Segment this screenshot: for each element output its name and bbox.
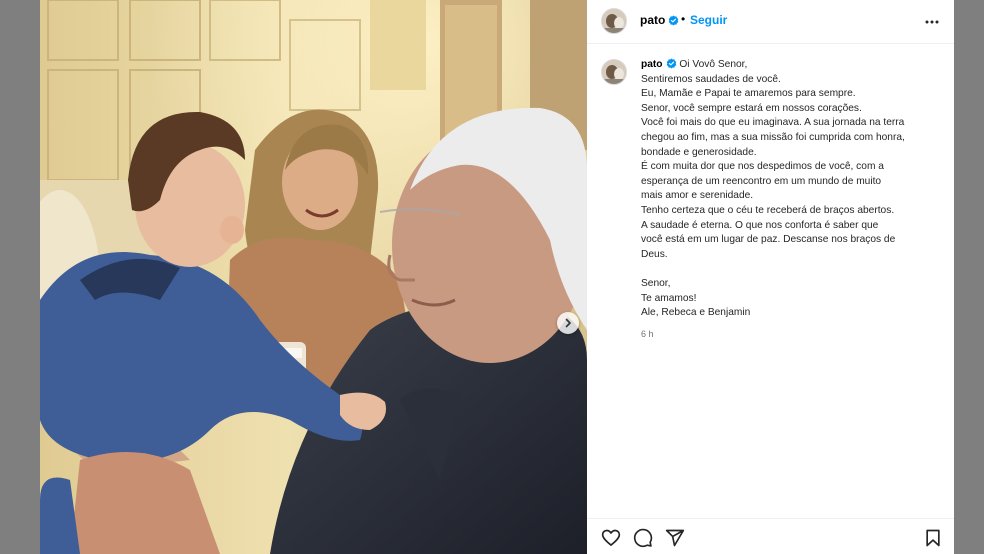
caption-line: bondade e generosidade.	[641, 146, 757, 158]
caption-line: esperança de um reencontro em um mundo d…	[641, 175, 882, 187]
chevron-right-icon	[565, 318, 571, 328]
post-caption: pato Oi Vovô Senor, Sentiremos saudades …	[641, 58, 941, 341]
caption-line: chegou ao fim, mas a sua missão foi cump…	[641, 131, 905, 143]
caption-line: Senor, você sempre estará em nossos cora…	[641, 102, 862, 114]
caption-closing-line: Te amamos!	[641, 292, 697, 304]
follow-button[interactable]: Seguir	[690, 13, 727, 27]
next-media-button[interactable]	[557, 312, 579, 334]
caption-line: Sentiremos saudades de você.	[641, 73, 781, 85]
header-username[interactable]: pato	[640, 13, 679, 27]
post-timestamp[interactable]: 6 h	[641, 327, 941, 342]
verified-badge-icon	[666, 58, 676, 69]
post-header: pato • Seguir	[587, 0, 954, 44]
caption-line: Você foi mais do que eu imaginava. A sua…	[641, 117, 905, 129]
caption-avatar[interactable]	[601, 59, 627, 85]
photo-illustration	[40, 0, 587, 554]
separator-dot: •	[681, 12, 686, 26]
caption-line: você está em um lugar de paz. Descanse n…	[641, 234, 896, 246]
caption-line: Deus.	[641, 248, 668, 260]
post-photo[interactable]	[40, 0, 587, 554]
caption-closing-line: Ale, Rebeca e Benjamin	[641, 307, 751, 319]
caption-line: A saudade é eterna. O que nos conforta é…	[641, 219, 879, 231]
caption-line: mais amor e serenidade.	[641, 190, 754, 202]
action-bar	[587, 518, 954, 554]
caption-username[interactable]: pato	[641, 59, 663, 70]
caption-line: É com muita dor que nos despedimos de vo…	[641, 161, 884, 173]
comment-icon[interactable]	[633, 528, 653, 548]
verified-badge-icon	[669, 15, 679, 26]
more-horizontal-icon[interactable]	[924, 14, 940, 30]
share-icon[interactable]	[665, 528, 685, 548]
bookmark-icon[interactable]	[923, 528, 943, 548]
avatar[interactable]	[601, 8, 627, 34]
caption-line: Eu, Mamãe e Papai te amaremos para sempr…	[641, 88, 856, 100]
post-side-panel: pato • Seguir pato Oi Vovô Senor, Sentir…	[587, 0, 954, 554]
heart-icon[interactable]	[601, 528, 621, 548]
post-modal: pato • Seguir pato Oi Vovô Senor, Sentir…	[40, 0, 954, 554]
caption-line: Tenho certeza que o céu te receberá de b…	[641, 204, 895, 216]
caption-closing-line: Senor,	[641, 277, 671, 289]
caption-line: pato Oi Vovô Senor,	[641, 58, 748, 70]
